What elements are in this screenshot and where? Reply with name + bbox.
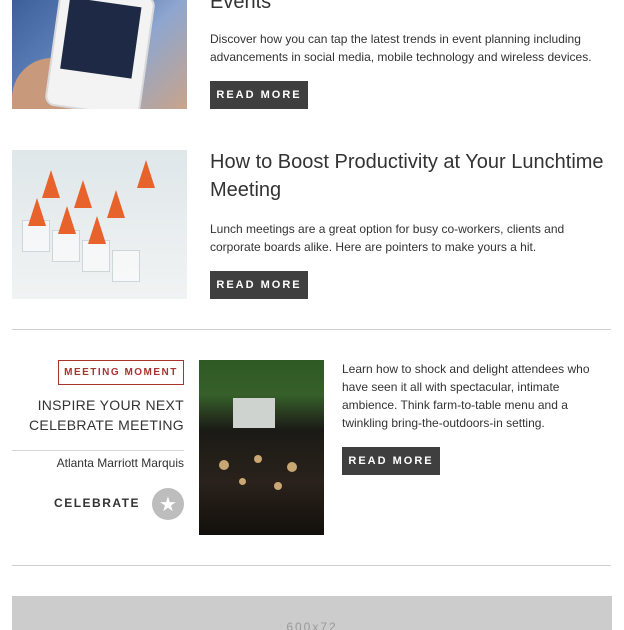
feature-description: Learn how to shock and delight attendees… <box>342 362 590 430</box>
article-description: Lunch meetings are a great option for bu… <box>210 222 565 254</box>
read-more-button[interactable]: READ MORE <box>342 447 440 475</box>
section-divider <box>12 329 611 330</box>
section-divider <box>12 565 611 566</box>
feature-divider <box>12 450 184 451</box>
ad-placeholder[interactable]: 600x72 <box>12 596 612 630</box>
meeting-moment-badge: MEETING MOMENT <box>58 360 184 385</box>
celebrate-label[interactable]: CELEBRATE <box>12 496 140 510</box>
ad-size-label: 600x72 <box>286 620 338 630</box>
article-title[interactable]: Events <box>210 0 610 16</box>
hotel-name: Atlanta Marriott Marquis <box>56 456 184 470</box>
article-image-lunch[interactable] <box>12 150 187 299</box>
read-more-button[interactable]: READ MORE <box>210 81 308 109</box>
article-image-mobile-event[interactable] <box>12 0 187 109</box>
read-more-button[interactable]: READ MORE <box>210 271 308 299</box>
article-description: Discover how you can tap the latest tren… <box>210 32 592 64</box>
star-icon[interactable]: ★ <box>152 488 184 520</box>
feature-headline-line1: INSPIRE YOUR NEXT <box>37 397 184 413</box>
feature-image-venue[interactable] <box>199 360 324 535</box>
feature-headline-line2: CELEBRATE MEETING <box>29 417 184 433</box>
article-title[interactable]: How to Boost Productivity at Your Luncht… <box>210 148 610 204</box>
